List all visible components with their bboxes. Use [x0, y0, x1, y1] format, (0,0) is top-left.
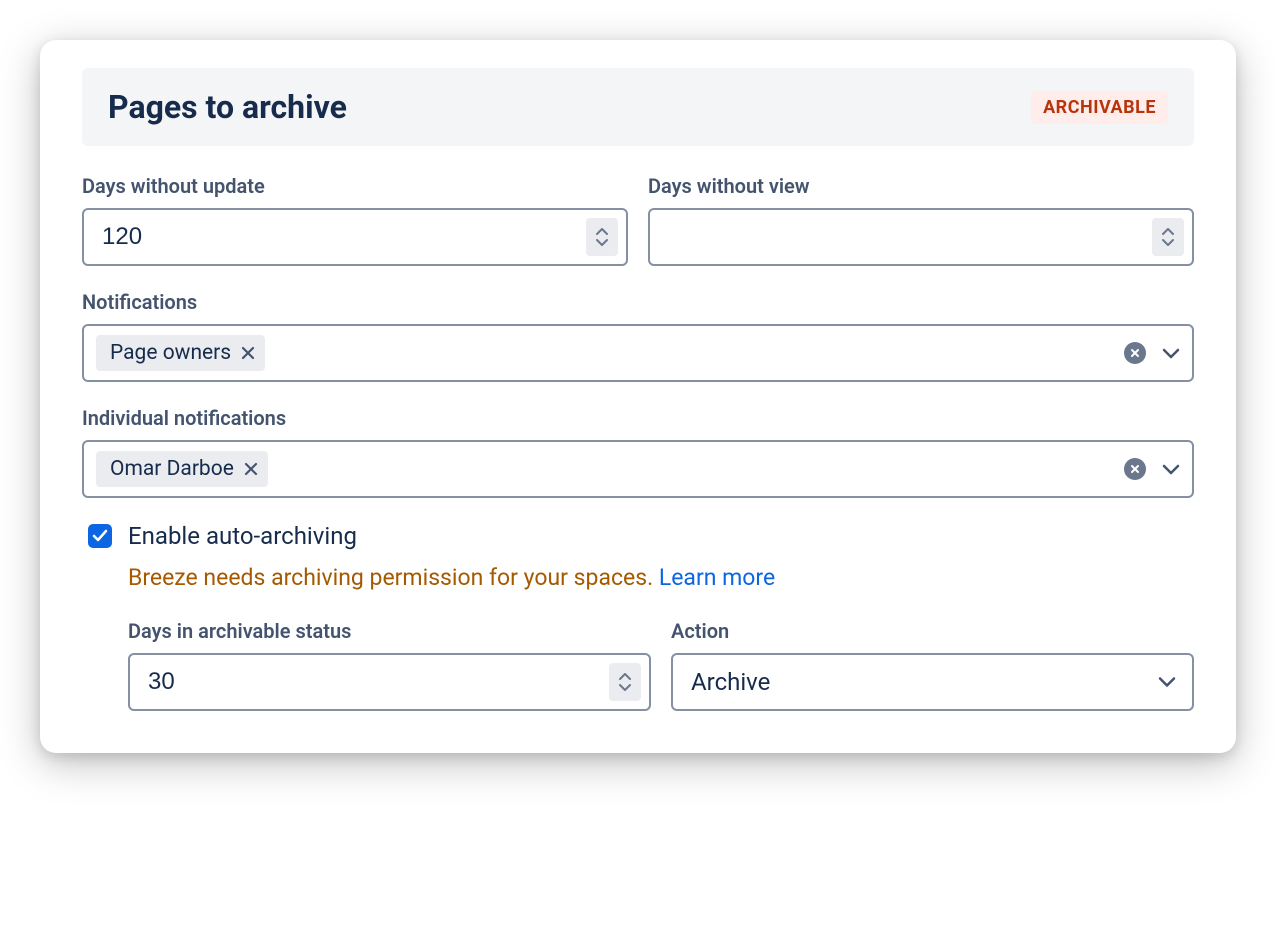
- multiselect-notifications[interactable]: Page owners: [82, 324, 1194, 382]
- select-action[interactable]: Archive: [671, 653, 1194, 711]
- stepper-days-without-update[interactable]: [586, 218, 618, 256]
- learn-more-link[interactable]: Learn more: [659, 564, 775, 591]
- tag-label: Omar Darboe: [110, 457, 234, 481]
- tag-label: Page owners: [110, 341, 231, 365]
- input-days-in-status[interactable]: [128, 653, 651, 711]
- input-days-without-update[interactable]: [82, 208, 628, 266]
- input-days-without-view[interactable]: [648, 208, 1194, 266]
- checkbox-auto-archiving[interactable]: [88, 524, 112, 548]
- chevron-up-icon: [619, 673, 631, 681]
- chevron-down-icon: [596, 238, 608, 246]
- status-badge: ARCHIVABLE: [1031, 91, 1168, 124]
- chevron-down-icon: [1162, 238, 1174, 246]
- field-individual-notifications: Individual notifications Omar Darboe: [82, 406, 1194, 498]
- label-days-in-status: Days in archivable status: [128, 619, 651, 643]
- multiselect-individual-notifications[interactable]: Omar Darboe: [82, 440, 1194, 498]
- chevron-down-icon[interactable]: [1162, 463, 1180, 475]
- close-icon: [1130, 464, 1140, 474]
- page-title: Pages to archive: [108, 88, 347, 126]
- clear-individual-notifications[interactable]: [1124, 458, 1146, 480]
- field-action: Action Archive: [671, 619, 1194, 711]
- chevron-down-icon: [619, 683, 631, 691]
- field-days-without-update: Days without update: [82, 174, 628, 266]
- stepper-days-in-status[interactable]: [609, 663, 641, 701]
- header-bar: Pages to archive ARCHIVABLE: [82, 68, 1194, 146]
- chevron-down-icon[interactable]: [1162, 347, 1180, 359]
- tag-page-owners: Page owners: [96, 335, 265, 371]
- tag-remove-omar-darboe[interactable]: [244, 462, 258, 476]
- field-notifications: Notifications Page owners: [82, 290, 1194, 382]
- label-notifications: Notifications: [82, 290, 1194, 314]
- warning-text: Breeze needs archiving permission for yo…: [128, 564, 1194, 591]
- field-days-in-status: Days in archivable status: [128, 619, 651, 711]
- label-individual-notifications: Individual notifications: [82, 406, 1194, 430]
- check-icon: [92, 529, 108, 543]
- chevron-up-icon: [1162, 228, 1174, 236]
- label-days-without-view: Days without view: [648, 174, 1194, 198]
- checkbox-row-auto-archiving: Enable auto-archiving: [88, 522, 1194, 550]
- clear-notifications[interactable]: [1124, 342, 1146, 364]
- close-icon: [1130, 348, 1140, 358]
- close-icon: [244, 462, 258, 476]
- warning-message: Breeze needs archiving permission for yo…: [128, 564, 659, 591]
- label-action: Action: [671, 619, 1194, 643]
- field-days-without-view: Days without view: [648, 174, 1194, 266]
- tag-remove-page-owners[interactable]: [241, 346, 255, 360]
- stepper-days-without-view[interactable]: [1152, 218, 1184, 256]
- chevron-up-icon: [596, 228, 608, 236]
- label-days-without-update: Days without update: [82, 174, 628, 198]
- tag-omar-darboe: Omar Darboe: [96, 451, 268, 487]
- settings-card: Pages to archive ARCHIVABLE Days without…: [40, 40, 1236, 753]
- close-icon: [241, 346, 255, 360]
- checkbox-label-auto-archiving: Enable auto-archiving: [128, 522, 357, 550]
